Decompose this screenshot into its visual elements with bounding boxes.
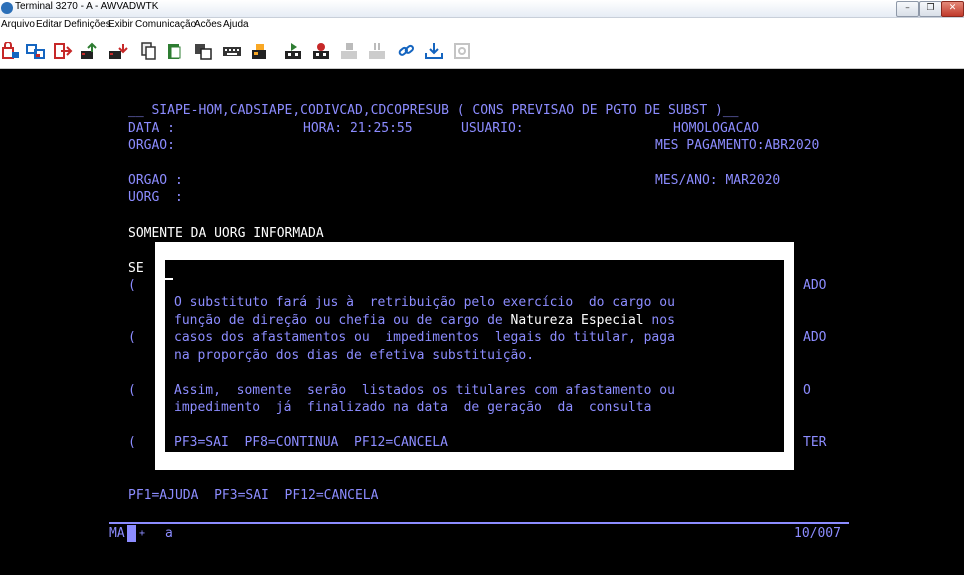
paren-3: ( [128,383,136,398]
status-divider [109,522,849,524]
mes-pagamento-field: MES PAGAMENTO:ABR2020 [655,138,820,153]
disconnect-icon[interactable] [1,42,21,60]
pause-macro-icon [367,42,387,60]
menu-editar[interactable]: Editar [36,19,62,30]
print-icon[interactable] [193,42,213,60]
orgao-label-2: ORGAO : [128,173,183,188]
data-label: DATA : [128,121,175,136]
status-ma: MA [109,526,125,541]
app-icon [1,2,13,14]
close-button[interactable]: ✕ [941,1,964,17]
status-a: a [165,526,173,541]
right-col-3: O [803,383,811,398]
natureza-especial-highlight: Natureza Especial [510,313,644,328]
text-cursor[interactable] [165,263,173,280]
connect-icon[interactable] [26,42,46,60]
record-macro-icon[interactable] [311,42,331,60]
link-icon[interactable] [396,42,416,60]
menu-comunicacao[interactable]: Comunicação [135,19,196,30]
function-keys: PF1=AJUDA PF3=SAI PF12=CANCELA [128,488,379,503]
somente-uorg-text: SOMENTE DA UORG INFORMADA [128,226,324,241]
keyboard-icon[interactable] [222,42,242,60]
popup-function-keys: PF3=SAI PF8=CONTINUA PF12=CANCELA [174,435,448,450]
minimize-button[interactable]: – [896,1,919,17]
settings-icon [452,42,472,60]
stop-macro-icon [339,42,359,60]
paren-1: ( [128,278,136,293]
menu-definicoes[interactable]: Definições [64,19,111,30]
usuario-label: USUARIO: [461,121,524,136]
uorg-label: UORG : [128,190,183,205]
send-file-icon[interactable] [80,42,100,60]
menu-ajuda[interactable]: Ajuda [223,19,249,30]
window-title: Terminal 3270 - A - AWVADWTK [15,1,159,12]
right-col-4: TER [803,435,827,450]
download-icon[interactable] [424,42,444,60]
hora-field: HORA: 21:25:55 [303,121,413,136]
cursor-position: 10/007 [794,526,841,541]
play-macro-icon[interactable] [283,42,303,60]
restore-button[interactable]: ❐ [919,1,942,17]
popup-line-4: na proporção dos dias de efetiva substit… [174,348,535,363]
menu-arquivo[interactable]: Arquivo [1,19,35,30]
copy-icon[interactable] [138,42,158,60]
paren-2: ( [128,330,136,345]
popup-line-1: O substituto fará jus à retribuição pelo… [174,295,675,310]
screen-header: __ SIAPE-HOM,CADSIAPE,CODIVCAD,CDCOPRESU… [128,103,739,118]
right-col-1: ADO [803,278,827,293]
menu-acoes[interactable]: Acões [194,19,222,30]
ambiente-field: HOMOLOGACAO [673,121,760,136]
popup-line-2: função de direção ou chefia ou de cargo … [174,313,675,328]
exit-icon[interactable] [53,42,73,60]
receive-file-icon[interactable] [108,42,128,60]
orgao-label-1: ORGAO: [128,138,175,153]
popup-line-3: casos dos afastamentos ou impedimentos l… [174,330,675,345]
status-plus: + [139,528,146,539]
paren-4: ( [128,435,136,450]
se-label: SE [128,261,144,276]
right-col-2: ADO [803,330,827,345]
macro-icon[interactable] [250,42,270,60]
menu-bar: Arquivo Editar Definições Exibir Comunic… [0,18,964,34]
paste-icon[interactable] [165,42,185,60]
menu-exibir[interactable]: Exibir [108,19,133,30]
popup-line-6: impedimento já finalizado na data de ger… [174,400,652,415]
mes-ano-field: MES/ANO: MAR2020 [655,173,781,188]
keyboard-lock-indicator [127,525,136,542]
title-bar: Terminal 3270 - A - AWVADWTK – ❐ ✕ [0,0,964,18]
popup-line-5: Assim, somente serão listados os titular… [174,383,675,398]
toolbar [0,34,964,69]
